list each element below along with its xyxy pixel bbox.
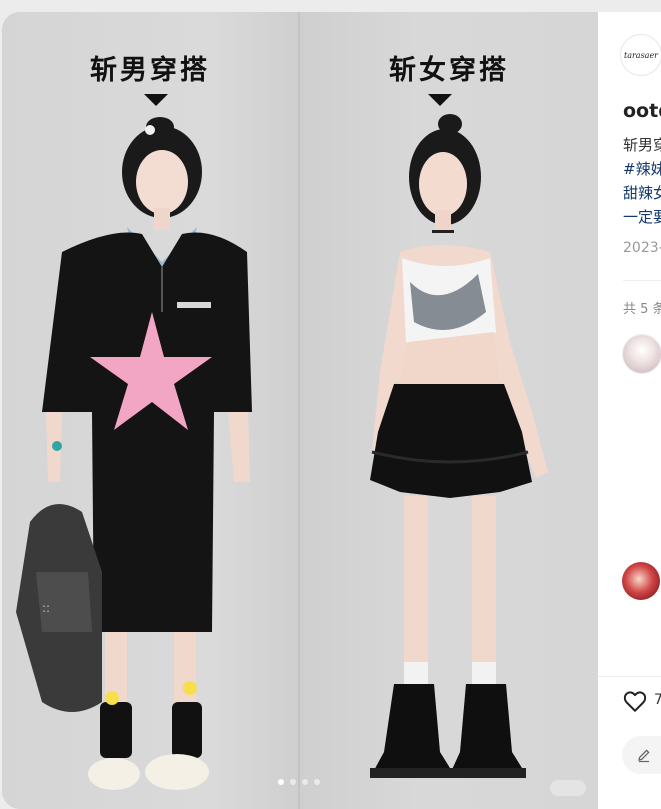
author-avatar-text: tarasaer <box>623 50 658 60</box>
post-detail-card: 斩男穿搭:: 斩女穿搭 tarasaer oot 斩男穿 #辣妹 甜辣女 一定… <box>2 12 661 809</box>
image-watermark <box>550 780 586 796</box>
carousel-dot[interactable] <box>314 779 320 785</box>
like-count: 7 <box>654 692 661 708</box>
outfit-panel-left: 斩男穿搭:: <box>2 12 298 809</box>
post-sidebar: tarasaer ootd 斩男穿 #辣妹 甜辣女 一定要 2023- 共 5 … <box>598 12 661 809</box>
model-photo-right <box>370 114 548 778</box>
post-title: ootd <box>623 100 661 122</box>
post-hashtag[interactable]: #辣妹 <box>623 159 661 179</box>
post-date: 2023- <box>623 240 661 256</box>
author-avatar[interactable]: tarasaer <box>620 34 661 76</box>
comment-count: 共 5 条 <box>623 302 661 317</box>
svg-text:::: :: <box>42 601 50 615</box>
heart-icon[interactable] <box>622 688 648 714</box>
comment-input[interactable] <box>622 736 661 774</box>
post-hashtag[interactable]: 一定要 <box>623 207 661 227</box>
post-image-carousel[interactable]: 斩男穿搭:: 斩女穿搭 <box>2 12 598 809</box>
divider <box>623 280 661 281</box>
divider <box>598 676 661 677</box>
outfit-panel-right: 斩女穿搭 <box>300 12 598 809</box>
model-photo-left: :: <box>16 117 252 790</box>
commenter-avatar[interactable] <box>622 562 660 600</box>
post-description: 斩男穿 <box>623 136 661 154</box>
commenter-avatar[interactable] <box>622 334 661 374</box>
post-hashtag[interactable]: 甜辣女 <box>623 183 661 203</box>
carousel-dot[interactable] <box>302 779 308 785</box>
pencil-icon <box>638 749 650 763</box>
carousel-dot-active[interactable] <box>278 779 284 785</box>
carousel-dots <box>278 779 320 785</box>
carousel-dot[interactable] <box>290 779 296 785</box>
